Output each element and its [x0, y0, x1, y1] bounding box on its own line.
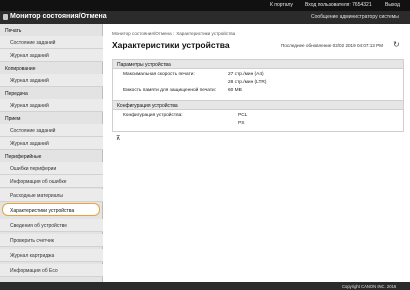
- copyright: Copyright CANON INC. 2016: [342, 283, 397, 289]
- footer: Copyright CANON INC. 2016: [0, 282, 410, 290]
- memory-value: 60 MB: [228, 88, 242, 93]
- memory-label: Емкость памяти для защищенной печати:: [123, 88, 217, 93]
- sidebar-item-device-info[interactable]: Сведения об устройстве: [0, 219, 103, 232]
- sidebar-item-cartridge-log[interactable]: Журнал картриджа: [0, 249, 103, 262]
- login-info: Вход пользователя: 7654321: [305, 2, 372, 8]
- config-value-pcl: PCL: [238, 113, 248, 118]
- max-speed-label: Максимальная скорость печати:: [123, 72, 195, 77]
- back-to-top-icon[interactable]: ⊼: [116, 135, 120, 142]
- portal-link[interactable]: К порталу: [270, 2, 293, 8]
- panel-title: Параметры устройства: [113, 60, 403, 69]
- message-admin-link[interactable]: Сообщение администратору системы: [311, 14, 399, 20]
- main-content: Монитор состояния/Отмена: Характеристики…: [104, 24, 410, 282]
- title-bar: Монитор состояния/Отмена Сообщение админ…: [0, 11, 410, 24]
- config-value-ps: PS: [238, 121, 245, 126]
- sidebar-item-print-status[interactable]: Состояние заданий: [0, 36, 103, 49]
- sidebar-item-receive-status[interactable]: Состояние заданий: [0, 124, 103, 137]
- last-updated: Последнее обновление 02/02 2019 04:07:13…: [281, 43, 383, 48]
- logout-link[interactable]: Выход: [385, 2, 400, 8]
- config-label: Конфигурация устройства:: [123, 113, 183, 118]
- panel-title: Конфигурация устройства: [113, 101, 403, 110]
- monitor-icon: [3, 14, 8, 20]
- breadcrumb-item: Характеристики устройства: [176, 31, 236, 36]
- page-title: Характеристики устройства: [112, 40, 230, 50]
- sidebar-item-copy-log[interactable]: Журнал заданий: [0, 74, 103, 87]
- sidebar-item-print-log[interactable]: Журнал заданий: [0, 49, 103, 62]
- sidebar-item-device-features[interactable]: Характеристики устройства: [2, 203, 100, 216]
- login-label: Вход пользователя:: [305, 2, 351, 8]
- sidebar-item-consumables[interactable]: Расходные материалы: [0, 189, 103, 202]
- sidebar-item-send-log[interactable]: Журнал заданий: [0, 99, 103, 112]
- max-speed-a4: 27 стр./мин (A4): [228, 72, 264, 77]
- max-speed-ltr: 28 стр./мин (LTR): [228, 80, 267, 85]
- sidebar-item-error-info[interactable]: Информация об ошибке: [0, 175, 103, 188]
- login-user: 7654321: [352, 2, 372, 8]
- breadcrumb: Монитор состояния/Отмена: Характеристики…: [112, 31, 236, 36]
- app-title: Монитор состояния/Отмена: [10, 13, 107, 20]
- sidebar: Печать Состояние заданий Журнал заданий …: [0, 24, 103, 282]
- breadcrumb-item[interactable]: Монитор состояния/Отмена: [112, 31, 172, 36]
- refresh-icon[interactable]: ↻: [393, 40, 400, 49]
- top-bar: К порталу Вход пользователя: 7654321 Вых…: [0, 0, 410, 11]
- sidebar-item-peripheral-errors[interactable]: Ошибки периферии: [0, 162, 103, 175]
- sidebar-item-eco-info[interactable]: Информация об Eco: [0, 264, 103, 277]
- sidebar-item-check-counter[interactable]: Проверить счетчик: [0, 234, 103, 247]
- device-config-panel: Конфигурация устройства Конфигурация уст…: [112, 100, 404, 132]
- sidebar-item-receive-log[interactable]: Журнал заданий: [0, 137, 103, 150]
